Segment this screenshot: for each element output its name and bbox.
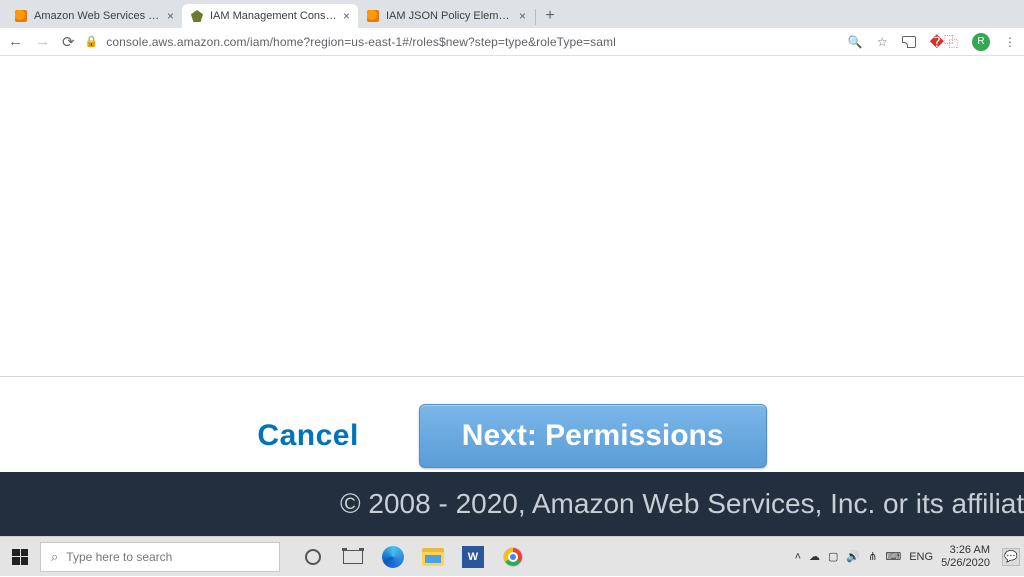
browser-tab[interactable]: IAM JSON Policy Elements Reference ×	[358, 4, 534, 28]
search-placeholder: Type here to search	[66, 550, 172, 564]
windows-taskbar: ⌕ Type here to search W ˄ ☁ ▢ 🔊 ⋔ ⌨ ENG …	[0, 536, 1024, 576]
tray-date: 5/26/2020	[941, 557, 990, 569]
cast-icon[interactable]	[902, 36, 916, 48]
browser-tab-strip: Amazon Web Services Sign-In × IAM Manage…	[0, 0, 1024, 28]
profile-avatar[interactable]: R	[972, 33, 990, 51]
nav-reload-button[interactable]: ⟳	[62, 33, 75, 51]
nav-back-button[interactable]: ←	[8, 33, 23, 50]
taskbar-search-input[interactable]: ⌕ Type here to search	[40, 542, 280, 572]
tab-title: Amazon Web Services Sign-In	[34, 10, 161, 22]
browser-tab[interactable]: Amazon Web Services Sign-In ×	[6, 4, 182, 28]
tab-close-icon[interactable]: ×	[519, 9, 526, 23]
app-explorer-icon[interactable]	[420, 544, 446, 570]
windows-logo-icon	[12, 549, 28, 565]
extensions-icon[interactable]: �⿻	[930, 32, 958, 52]
lock-icon: 🔒	[85, 35, 99, 48]
app-word-icon[interactable]: W	[460, 544, 486, 570]
search-icon: ⌕	[51, 549, 58, 565]
next-permissions-button[interactable]: Next: Permissions	[419, 404, 767, 468]
tray-onedrive-icon[interactable]: ☁	[809, 550, 820, 563]
browser-menu-button[interactable]: ⋮	[1004, 35, 1016, 49]
address-bar[interactable]: 🔒 console.aws.amazon.com/iam/home?region…	[85, 35, 838, 49]
page-content: Cancel Next: Permissions © 2008 - 2020, …	[0, 56, 1024, 536]
tray-language[interactable]: ENG	[909, 551, 933, 563]
browser-toolbar: ← → ⟳ 🔒 console.aws.amazon.com/iam/home?…	[0, 28, 1024, 56]
zoom-icon[interactable]: 🔍	[848, 35, 863, 49]
tray-battery-icon[interactable]: ▢	[828, 550, 838, 563]
aws-footer: © 2008 - 2020, Amazon Web Services, Inc.…	[0, 472, 1024, 536]
tab-title: IAM Management Console	[210, 10, 337, 22]
cancel-button[interactable]: Cancel	[257, 419, 358, 453]
tray-ime-icon[interactable]: ⌨	[885, 550, 901, 563]
tray-time: 3:26 AM	[941, 544, 990, 556]
tab-close-icon[interactable]: ×	[167, 9, 174, 23]
cortana-icon[interactable]	[300, 544, 326, 570]
tab-close-icon[interactable]: ×	[343, 9, 350, 23]
tray-clock[interactable]: 3:26 AM 5/26/2020	[941, 544, 990, 568]
section-divider	[0, 376, 1024, 377]
tray-overflow-icon[interactable]: ˄	[795, 551, 801, 563]
start-button[interactable]	[0, 537, 40, 577]
task-view-icon[interactable]	[340, 544, 366, 570]
aws-footer-text: © 2008 - 2020, Amazon Web Services, Inc.…	[340, 488, 1024, 520]
iam-favicon-icon	[190, 9, 204, 23]
app-edge-icon[interactable]	[380, 544, 406, 570]
new-tab-button[interactable]: +	[537, 4, 563, 28]
app-chrome-icon[interactable]	[500, 544, 526, 570]
aws-favicon-icon	[14, 9, 28, 23]
wizard-action-row: Cancel Next: Permissions	[0, 396, 1024, 476]
action-center-icon[interactable]: 💬	[1002, 548, 1020, 566]
browser-tab-active[interactable]: IAM Management Console ×	[182, 4, 358, 28]
tray-network-icon[interactable]: ⋔	[868, 550, 877, 563]
bookmark-star-icon[interactable]: ☆	[877, 35, 888, 49]
tab-separator	[535, 9, 536, 25]
aws-favicon-icon	[366, 9, 380, 23]
nav-forward-button: →	[35, 33, 50, 50]
tray-sound-icon[interactable]: 🔊	[846, 550, 860, 563]
system-tray: ˄ ☁ ▢ 🔊 ⋔ ⌨ ENG 3:26 AM 5/26/2020 💬	[795, 544, 1024, 568]
page-url: console.aws.amazon.com/iam/home?region=u…	[106, 35, 616, 49]
tab-title: IAM JSON Policy Elements Reference	[386, 10, 513, 22]
